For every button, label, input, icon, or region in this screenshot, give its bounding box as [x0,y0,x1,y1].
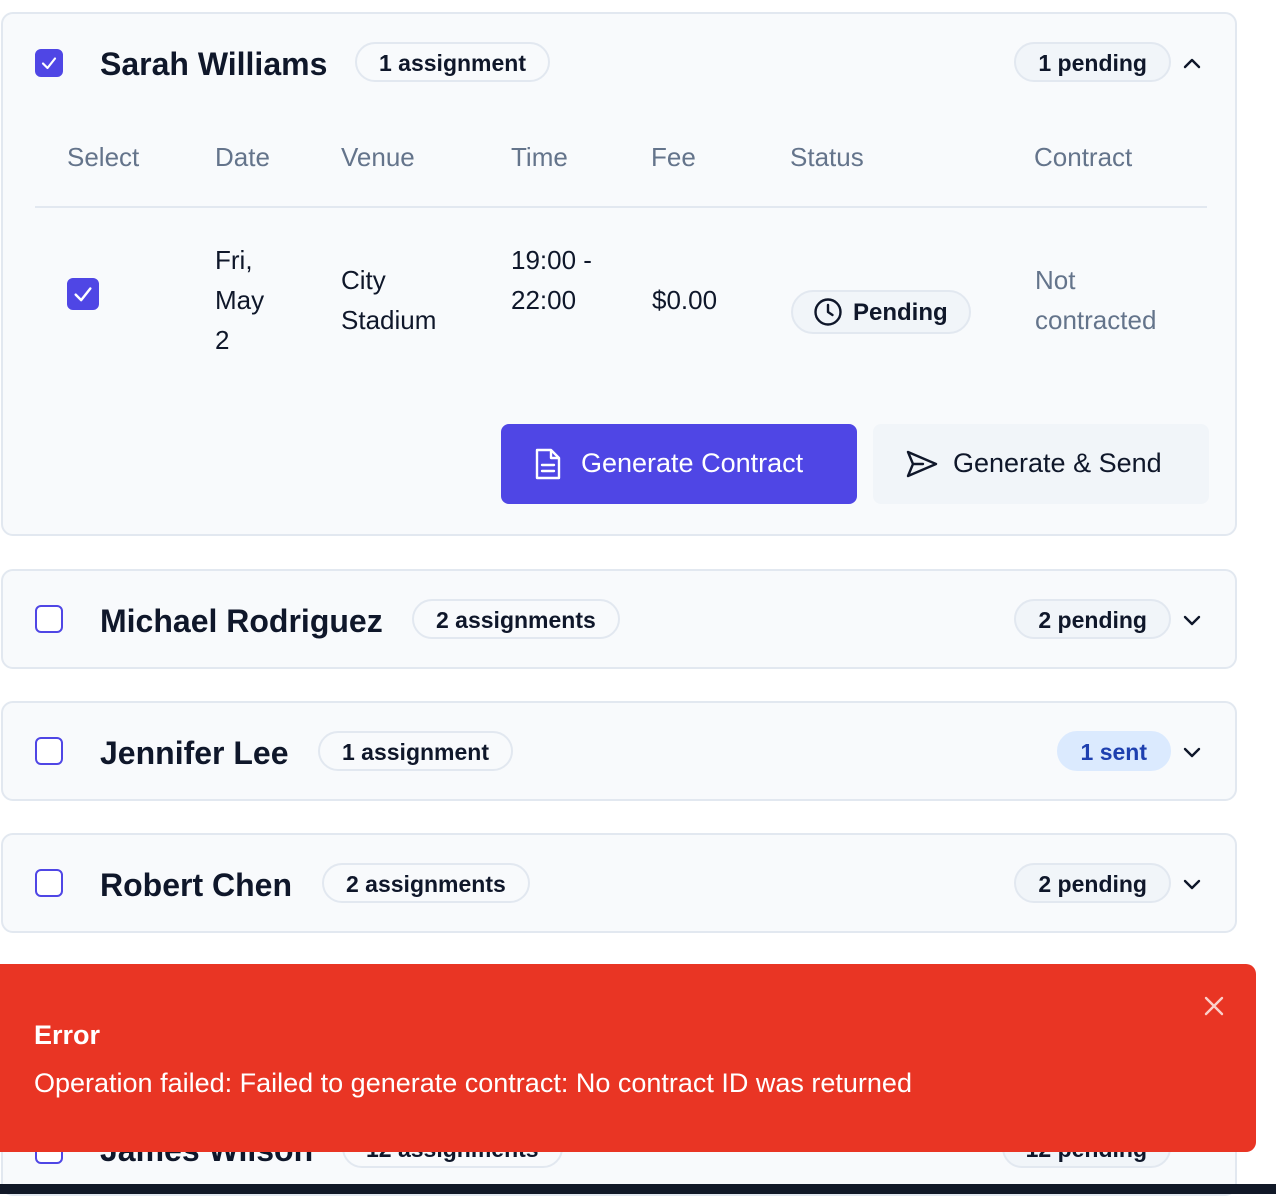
assignee-select-checkbox[interactable] [35,49,63,77]
row-venue: City Stadium [341,265,437,335]
assignment-count-badge: 1 assignment [355,42,550,82]
status-badge: 2 pending [1014,863,1171,903]
row-time: 19:00 - 22:00 [511,245,592,315]
assignee-card-header[interactable]: Robert Chen 2 assignments 2 pending [3,835,1235,935]
status-badge: 1 pending [1014,42,1171,82]
assignee-card-header[interactable]: Michael Rodriguez 2 assignments 2 pendin… [3,571,1235,671]
column-header-time: Time [511,142,568,172]
chevron-down-icon[interactable] [1181,873,1203,895]
table-divider [35,206,1207,208]
assignee-card-header[interactable]: Sarah Williams 1 assignment 1 pending [3,14,1235,114]
column-header-date: Date [215,142,270,172]
status-badge: 1 sent [1056,731,1171,771]
clock-icon [814,298,842,326]
document-icon [535,448,561,480]
toast-message: Operation failed: Failed to generate con… [34,1068,912,1098]
error-toast: Error Operation failed: Failed to genera… [0,964,1256,1152]
assignee-select-checkbox[interactable] [35,605,63,633]
assignee-name: Michael Rodriguez [100,603,383,639]
row-status-badge: Pending [791,290,971,334]
assignee-name: Sarah Williams [100,46,328,82]
row-contract-status: Not contracted [1035,265,1157,335]
assignee-name: Jennifer Lee [100,735,289,771]
generate-send-button[interactable]: Generate & Send [873,424,1209,504]
assignment-count-badge: 2 assignments [322,863,530,903]
assignment-count-badge: 1 assignment [318,731,513,771]
row-date: Fri, May 2 [215,245,265,355]
toast-title: Error [34,1020,101,1050]
column-header-select: Select [67,142,140,172]
generate-contract-button[interactable]: Generate Contract [501,424,857,504]
row-fee: $0.00 [652,285,718,315]
assignment-count-badge: 2 assignments [412,599,620,639]
assignee-card: Jennifer Lee 1 assignment 1 sent [1,701,1237,801]
column-header-status: Status [790,142,864,172]
chevron-down-icon[interactable] [1181,609,1203,631]
row-status-label: Pending [853,299,948,326]
column-header-venue: Venue [341,142,415,172]
check-icon [74,287,92,302]
assignee-card: Michael Rodriguez 2 assignments 2 pendin… [1,569,1237,669]
chevron-up-icon[interactable] [1181,53,1203,75]
assignee-select-checkbox[interactable] [35,869,63,897]
status-badge: 2 pending [1014,599,1171,639]
bottom-bar [0,1184,1276,1194]
generate-send-label: Generate & Send [953,448,1162,478]
send-icon [906,450,938,478]
assignee-select-checkbox[interactable] [35,737,63,765]
check-icon [41,57,57,70]
assignee-card-header[interactable]: Jennifer Lee 1 assignment 1 sent [3,703,1235,803]
generate-contract-label: Generate Contract [581,448,804,478]
column-header-contract: Contract [1034,142,1133,172]
column-header-fee: Fee [651,142,696,172]
assignee-card: Sarah Williams 1 assignment 1 pending Se… [1,12,1237,536]
close-icon[interactable] [1202,994,1226,1018]
assignee-name: Robert Chen [100,867,292,903]
row-select-checkbox[interactable] [67,278,99,310]
assignee-card: Robert Chen 2 assignments 2 pending [1,833,1237,933]
chevron-down-icon[interactable] [1181,741,1203,763]
